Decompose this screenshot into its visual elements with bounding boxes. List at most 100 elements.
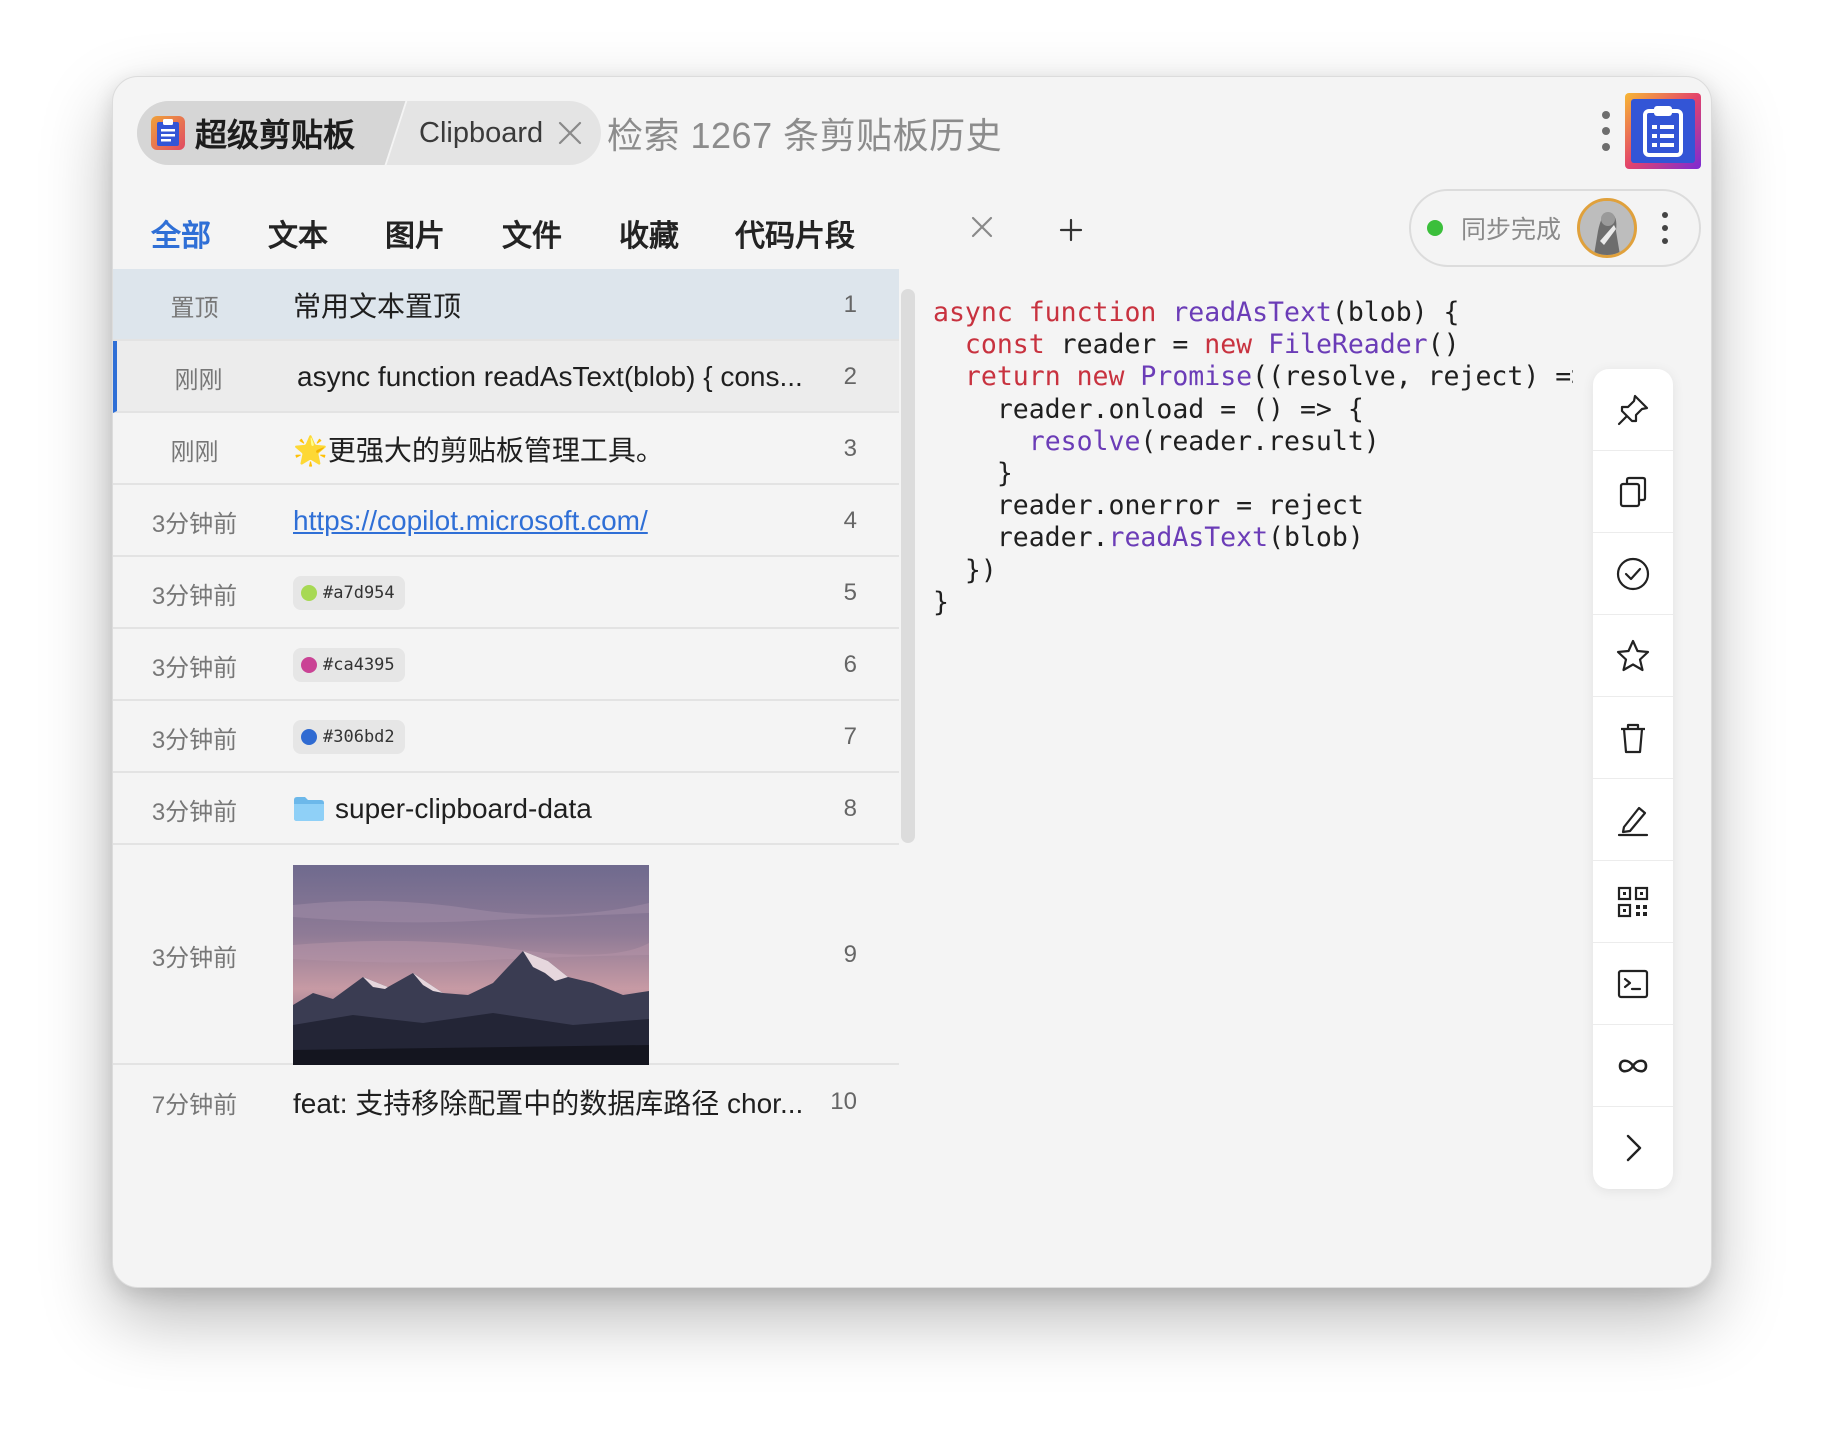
action-toolbar: [1593, 369, 1673, 1189]
breadcrumb-app[interactable]: 超级剪贴板: [137, 101, 384, 165]
infinity-button[interactable]: [1593, 1025, 1673, 1107]
item-time: 刚刚: [170, 438, 219, 466]
item-content: async function readAsText(blob) { cons..…: [297, 361, 803, 392]
expand-button[interactable]: [1593, 1107, 1673, 1189]
item-index: 4: [843, 507, 857, 534]
sync-status-dot: [1427, 220, 1443, 236]
plus-icon[interactable]: [1058, 217, 1084, 243]
infinity-icon: [1618, 1058, 1648, 1073]
folder-icon: [294, 797, 324, 821]
terminal-icon: [1617, 969, 1649, 998]
delete-button[interactable]: [1593, 697, 1673, 779]
trash-icon: [1621, 723, 1645, 753]
copy-button[interactable]: [1593, 451, 1673, 533]
tab-files[interactable]: 文件: [502, 211, 562, 255]
list-item[interactable]: 3分钟前 https://copilot.microsoft.com/ 4: [113, 485, 899, 557]
item-index: 1: [843, 291, 857, 318]
color-chip: #306bd2: [293, 720, 405, 754]
color-swatch: [301, 585, 317, 601]
pin-button[interactable]: [1593, 369, 1673, 451]
item-link[interactable]: https://copilot.microsoft.com/: [293, 505, 648, 537]
clipboard-window: 超级剪贴板 Clipboard 检索 1267 条剪贴板历史 全部 文本 图片 …: [112, 76, 1712, 1288]
color-hex: #306bd2: [323, 727, 395, 747]
item-index: 10: [830, 1088, 857, 1115]
favorite-button[interactable]: [1593, 615, 1673, 697]
header: 超级剪贴板 Clipboard 检索 1267 条剪贴板历史: [113, 77, 1711, 187]
item-content: #a7d954: [293, 576, 405, 610]
color-swatch: [301, 657, 317, 673]
tab-all[interactable]: 全部: [151, 211, 211, 255]
avatar[interactable]: [1577, 198, 1638, 258]
tab-code-snippets[interactable]: 代码片段: [735, 211, 855, 255]
item-index: 7: [843, 723, 857, 750]
close-icon[interactable]: [557, 120, 583, 146]
clipboard-app-icon: [151, 116, 185, 150]
close-icon[interactable]: [968, 213, 996, 241]
sync-status[interactable]: 同步完成: [1409, 189, 1701, 267]
terminal-button[interactable]: [1593, 943, 1673, 1025]
item-time: 3分钟前: [151, 510, 238, 538]
tab-favorites[interactable]: 收藏: [619, 211, 679, 255]
item-index: 3: [843, 435, 857, 462]
clipboard-logo-icon[interactable]: [1625, 93, 1701, 169]
check-circle-icon: [1616, 557, 1650, 590]
edit-button[interactable]: [1593, 779, 1673, 861]
item-index: 6: [843, 651, 857, 678]
item-content: feat: 支持移除配置中的数据库路径 chor...: [293, 1088, 804, 1119]
item-index: 9: [843, 941, 857, 968]
star-icon: [1616, 639, 1650, 671]
tab-text[interactable]: 文本: [268, 211, 328, 255]
tab-images[interactable]: 图片: [385, 211, 445, 255]
code-preview: async function readAsText(blob) { const …: [933, 297, 1573, 618]
item-content: #ca4395: [293, 648, 405, 682]
item-content: 常用文本置顶: [293, 291, 462, 322]
list-item[interactable]: 3分钟前 #306bd2 7: [113, 701, 899, 773]
item-content: #306bd2: [293, 720, 405, 754]
more-vertical-icon[interactable]: [1596, 109, 1616, 153]
list-item[interactable]: 3分钟前 #ca4395 6: [113, 629, 899, 701]
copy-icon: [1619, 476, 1647, 507]
item-time: 3分钟前: [151, 726, 238, 754]
qr-code-icon: [1617, 886, 1649, 917]
item-index: 8: [843, 795, 857, 822]
item-time: 3分钟前: [151, 582, 238, 610]
list-item[interactable]: 3分钟前 #a7d954 5: [113, 557, 899, 629]
item-index: 2: [843, 363, 857, 390]
list-item[interactable]: 7分钟前 feat: 支持移除配置中的数据库路径 chor... 10: [113, 1065, 899, 1139]
sync-label: 同步完成: [1461, 216, 1562, 244]
color-swatch: [301, 729, 317, 745]
breadcrumb-tab[interactable]: Clipboard: [383, 101, 601, 165]
search-input[interactable]: 检索 1267 条剪贴板历史: [607, 107, 1002, 159]
select-button[interactable]: [1593, 533, 1673, 615]
list-item[interactable]: 刚刚 async function readAsText(blob) { con…: [113, 341, 899, 413]
breadcrumb-tab-label: Clipboard: [419, 116, 544, 149]
item-time: 3分钟前: [151, 798, 238, 826]
qr-code-button[interactable]: [1593, 861, 1673, 943]
color-chip: #a7d954: [293, 576, 405, 610]
pin-icon: [1617, 394, 1649, 425]
list-item[interactable]: 3分钟前 super-clipboard-data 8: [113, 773, 899, 845]
item-content: super-clipboard-data: [293, 793, 592, 825]
category-tabs: 全部 文本 图片 文件 收藏 代码片段: [113, 189, 1213, 269]
item-time: 7分钟前: [151, 1091, 238, 1119]
item-time: 置顶: [170, 294, 219, 322]
color-hex: #ca4395: [323, 655, 395, 675]
item-time: 3分钟前: [151, 944, 238, 972]
item-image: [293, 865, 649, 1065]
color-hex: #a7d954: [323, 583, 395, 603]
clipboard-history-list: 置顶 常用文本置顶 1 刚刚 async function readAsText…: [113, 269, 899, 1287]
more-vertical-icon[interactable]: [1659, 210, 1671, 246]
folder-name: super-clipboard-data: [335, 793, 592, 824]
app-name: 超级剪贴板: [195, 117, 356, 153]
item-time: 刚刚: [174, 366, 223, 394]
mountain-image: [293, 865, 649, 1065]
list-item[interactable]: 3分钟前 9: [113, 845, 899, 1065]
item-content: 🌟更强大的剪贴板管理工具。: [293, 435, 664, 466]
item-index: 5: [843, 579, 857, 606]
breadcrumb: 超级剪贴板 Clipboard: [137, 101, 602, 165]
item-time: 3分钟前: [151, 654, 238, 682]
list-scrollbar[interactable]: [901, 289, 915, 843]
list-item[interactable]: 置顶 常用文本置顶 1: [113, 269, 899, 341]
color-chip: #ca4395: [293, 648, 405, 682]
list-item[interactable]: 刚刚 🌟更强大的剪贴板管理工具。 3: [113, 413, 899, 485]
